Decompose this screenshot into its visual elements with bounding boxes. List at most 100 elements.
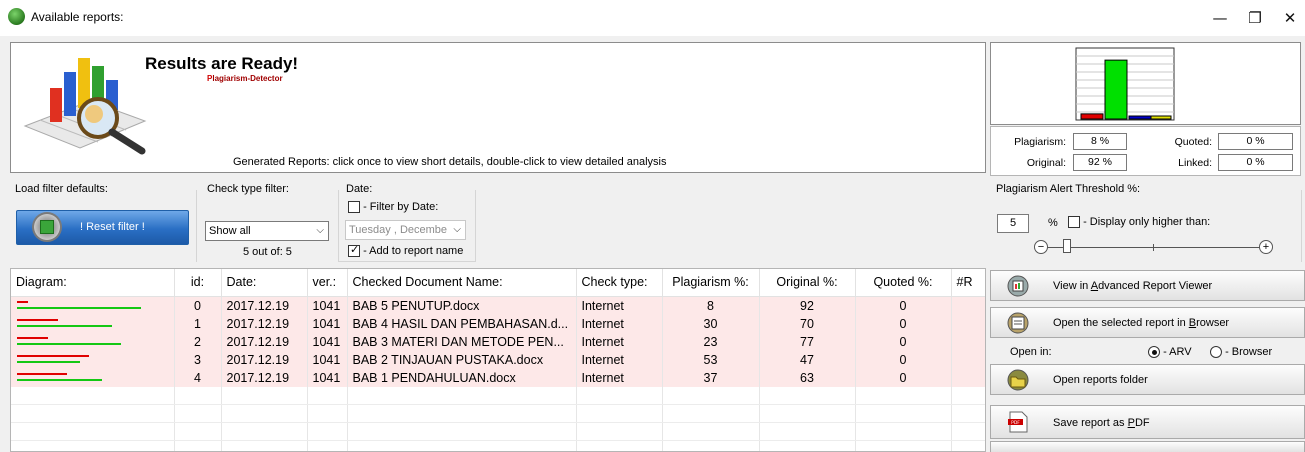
folder-gear-icon [1007, 369, 1029, 391]
next-action-button[interactable] [990, 441, 1305, 452]
table-row[interactable]: 2 2017.12.19 1041 BAB 3 MATERI DAN METOD… [11, 332, 985, 351]
gear-browser-icon [1007, 312, 1029, 334]
mini-bar-plagiarism [1080, 113, 1104, 120]
filter-by-date-label: - Filter by Date: [363, 201, 439, 213]
empty-row [11, 440, 985, 451]
linked-stat-label: Linked: [1178, 157, 1212, 169]
plagiarism-cell: 23 [662, 332, 760, 351]
quoted-cell: 0 [855, 368, 952, 387]
table-row[interactable]: 0 2017.12.19 1041 BAB 5 PENUTUP.docx Int… [11, 296, 985, 315]
title-bar [0, 0, 1305, 36]
display-higher-box[interactable] [1068, 216, 1080, 229]
col-check-type[interactable]: Check type: [576, 269, 663, 297]
threshold-slider-track[interactable] [1040, 247, 1270, 248]
plagiarism-cell: 30 [662, 314, 760, 333]
id-cell: 4 [174, 368, 222, 387]
result-count: 5 out of: 5 [243, 246, 292, 258]
original-cell: 70 [759, 314, 856, 333]
col-date[interactable]: Date: [221, 269, 308, 297]
col-diagram[interactable]: Diagram: [11, 269, 175, 297]
original-bar [17, 306, 142, 309]
save-pdf-button[interactable]: PDF Save report as PDF [990, 405, 1305, 439]
table-row[interactable]: 1 2017.12.19 1041 BAB 4 HASIL DAN PEMBAH… [11, 314, 985, 333]
r-cell [951, 332, 985, 351]
window-title: Available reports: [31, 10, 124, 24]
minimize-button[interactable]: — [1205, 6, 1235, 30]
diagram-cell [11, 350, 175, 369]
app-globe-icon [8, 8, 25, 25]
open-in-browser-label: Open the selected report in Browser [1053, 317, 1230, 329]
col-document-name[interactable]: Checked Document Name: [347, 269, 577, 297]
r-cell [951, 368, 985, 387]
ver-cell: 1041 [307, 350, 348, 369]
save-pdf-label: Save report as PDF [1053, 417, 1150, 429]
filter-by-date-checkbox[interactable]: - Filter by Date: [348, 201, 439, 214]
open-reports-folder-button[interactable]: Open reports folder [990, 364, 1305, 395]
threshold-input[interactable]: 5 [997, 214, 1029, 233]
plagiarism-cell: 53 [662, 350, 760, 369]
col-ver[interactable]: ver.: [307, 269, 348, 297]
slider-plus-button[interactable]: + [1259, 240, 1273, 254]
plagiarism-stat-value: 8 % [1073, 133, 1127, 150]
arv-radio[interactable]: - ARV [1148, 346, 1192, 359]
arv-radio-dot[interactable] [1148, 346, 1160, 359]
plagiarism-bar [17, 372, 67, 375]
browser-radio[interactable]: - Browser [1210, 346, 1272, 359]
mini-bar-quoted [1128, 115, 1152, 120]
plagiarism-cell: 8 [662, 296, 760, 315]
slider-tick [1153, 244, 1154, 251]
col-id[interactable]: id: [174, 269, 222, 297]
original-bar [17, 360, 81, 363]
col-original[interactable]: Original %: [759, 269, 856, 297]
quoted-stat-value: 0 % [1218, 133, 1293, 150]
open-in-browser-button[interactable]: Open the selected report in Browser [990, 307, 1305, 338]
col-quoted[interactable]: Quoted %: [855, 269, 952, 297]
svg-text:PDF: PDF [1011, 420, 1020, 426]
add-to-report-name-box[interactable] [348, 245, 360, 258]
report-chart-magnifier-icon [23, 58, 147, 155]
results-ready-title: Results are Ready! [145, 54, 299, 73]
table-row[interactable]: 4 2017.12.19 1041 BAB 1 PENDAHULUAN.docx… [11, 368, 985, 387]
plagiarism-bar [17, 354, 89, 357]
original-cell: 63 [759, 368, 856, 387]
pdf-file-icon: PDF [1008, 411, 1028, 433]
slider-minus-button[interactable]: − [1034, 240, 1048, 254]
close-button[interactable]: ✕ [1275, 6, 1305, 30]
col-plagiarism[interactable]: Plagiarism %: [662, 269, 760, 297]
date-cell: 2017.12.19 [221, 296, 308, 315]
quoted-cell: 0 [855, 332, 952, 351]
ver-cell: 1041 [307, 368, 348, 387]
browser-radio-dot[interactable] [1210, 346, 1222, 359]
plagiarism-bar [17, 300, 28, 303]
plagiarism-stat-label: Plagiarism: [1014, 136, 1066, 148]
date-cell: 2017.12.19 [221, 332, 308, 351]
date-cell: 2017.12.19 [221, 368, 308, 387]
display-higher-checkbox[interactable]: - Display only higher than: [1068, 216, 1210, 229]
open-in-label: Open in: [1010, 346, 1052, 358]
table-row[interactable]: 3 2017.12.19 1041 BAB 2 TINJAUAN PUSTAKA… [11, 350, 985, 369]
mini-bar-linked [1150, 115, 1172, 120]
generated-reports-hint: Generated Reports: click once to view sh… [233, 156, 667, 168]
empty-row [11, 386, 985, 405]
reset-filter-label: ! Reset filter ! [80, 221, 145, 233]
add-to-report-name-label: - Add to report name [363, 245, 464, 257]
filter-by-date-box[interactable] [348, 201, 360, 214]
view-advanced-viewer-button[interactable]: View in Advanced Report Viewer [990, 270, 1305, 301]
restore-button[interactable]: ❐ [1240, 6, 1270, 30]
check-type-filter-label: Check type filter: [207, 183, 289, 195]
col-r[interactable]: #R [951, 269, 985, 297]
diagram-cell [11, 296, 175, 315]
check-type-cell: Internet [576, 314, 663, 333]
date-picker[interactable]: Tuesday , Decembe ⌵ [345, 220, 466, 240]
id-cell: 2 [174, 332, 222, 351]
threshold-slider-thumb[interactable] [1063, 239, 1071, 253]
check-type-value: Show all [209, 225, 251, 237]
add-to-report-name-checkbox[interactable]: - Add to report name [348, 245, 464, 258]
gear-report-icon [1007, 275, 1029, 297]
quoted-cell: 0 [855, 350, 952, 369]
check-type-select[interactable]: Show all ⌵ [205, 221, 329, 241]
threshold-unit: % [1048, 217, 1058, 229]
document-name-cell: BAB 1 PENDAHULUAN.docx [347, 368, 577, 387]
diagram-cell [11, 332, 175, 351]
date-cell: 2017.12.19 [221, 314, 308, 333]
